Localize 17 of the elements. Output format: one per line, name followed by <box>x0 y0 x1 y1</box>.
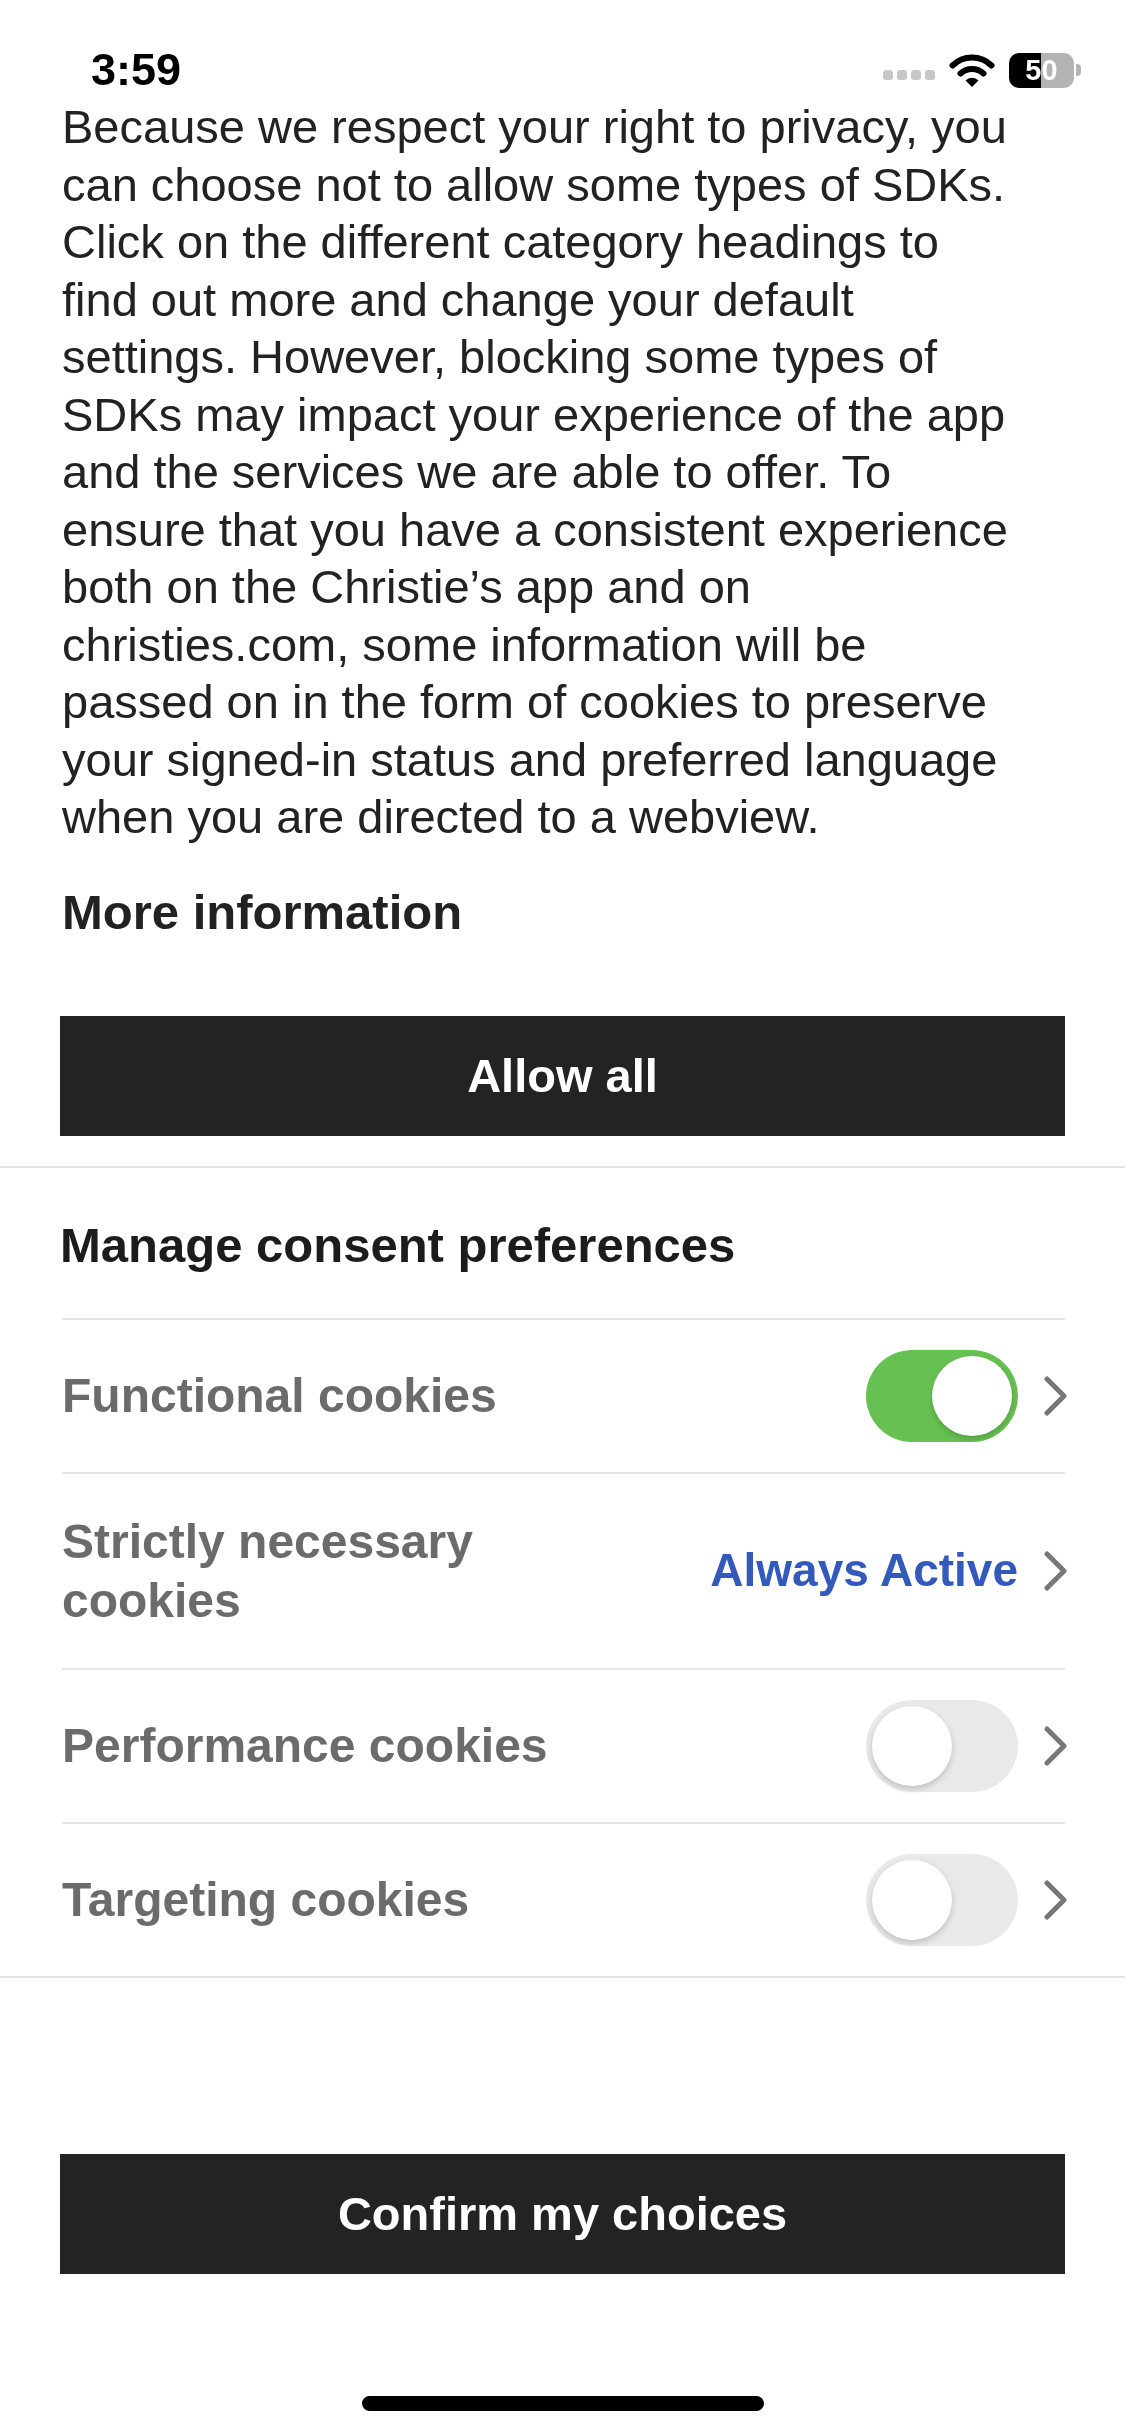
more-information-link[interactable]: More information <box>62 883 463 940</box>
chevron-right-icon[interactable] <box>1044 1725 1068 1766</box>
status-time: 3:59 <box>91 45 182 95</box>
chevron-right-icon[interactable] <box>1044 1879 1068 1920</box>
cookie-category-label: Functional cookies <box>62 1368 497 1424</box>
cookie-category-label: Targeting cookies <box>62 1872 470 1928</box>
section-heading: Manage consent preferences <box>60 1216 736 1273</box>
chevron-right-icon[interactable] <box>1044 1375 1068 1416</box>
wifi-icon <box>949 53 995 87</box>
cookie-category-label: Performance cookies <box>62 1718 548 1774</box>
allow-all-button[interactable]: Allow all <box>60 1015 1065 1136</box>
cellular-signal-icon <box>883 69 935 81</box>
status-label: Always Active <box>710 1543 1018 1598</box>
confirm-choices-button[interactable]: Confirm my choices <box>60 2153 1065 2274</box>
privacy-paragraph: Because we respect your right to privacy, you can choose not to allow some types of SDKs. Click on the different category headings to find out more and change your default settings. However, blocking some types of SDKs may impact your experience of the app and the services we are able to offer. To ensure that you have a consistent experience both on the Christie’s app and on christies.com, some information will be passed on in the form of cookies to preserve your signed-in status and preferred language when you are directed to a webview. <box>62 99 1009 845</box>
chevron-right-icon[interactable] <box>1044 1550 1068 1591</box>
cookie-category-label: Strictly necessary cookies <box>62 1513 474 1629</box>
